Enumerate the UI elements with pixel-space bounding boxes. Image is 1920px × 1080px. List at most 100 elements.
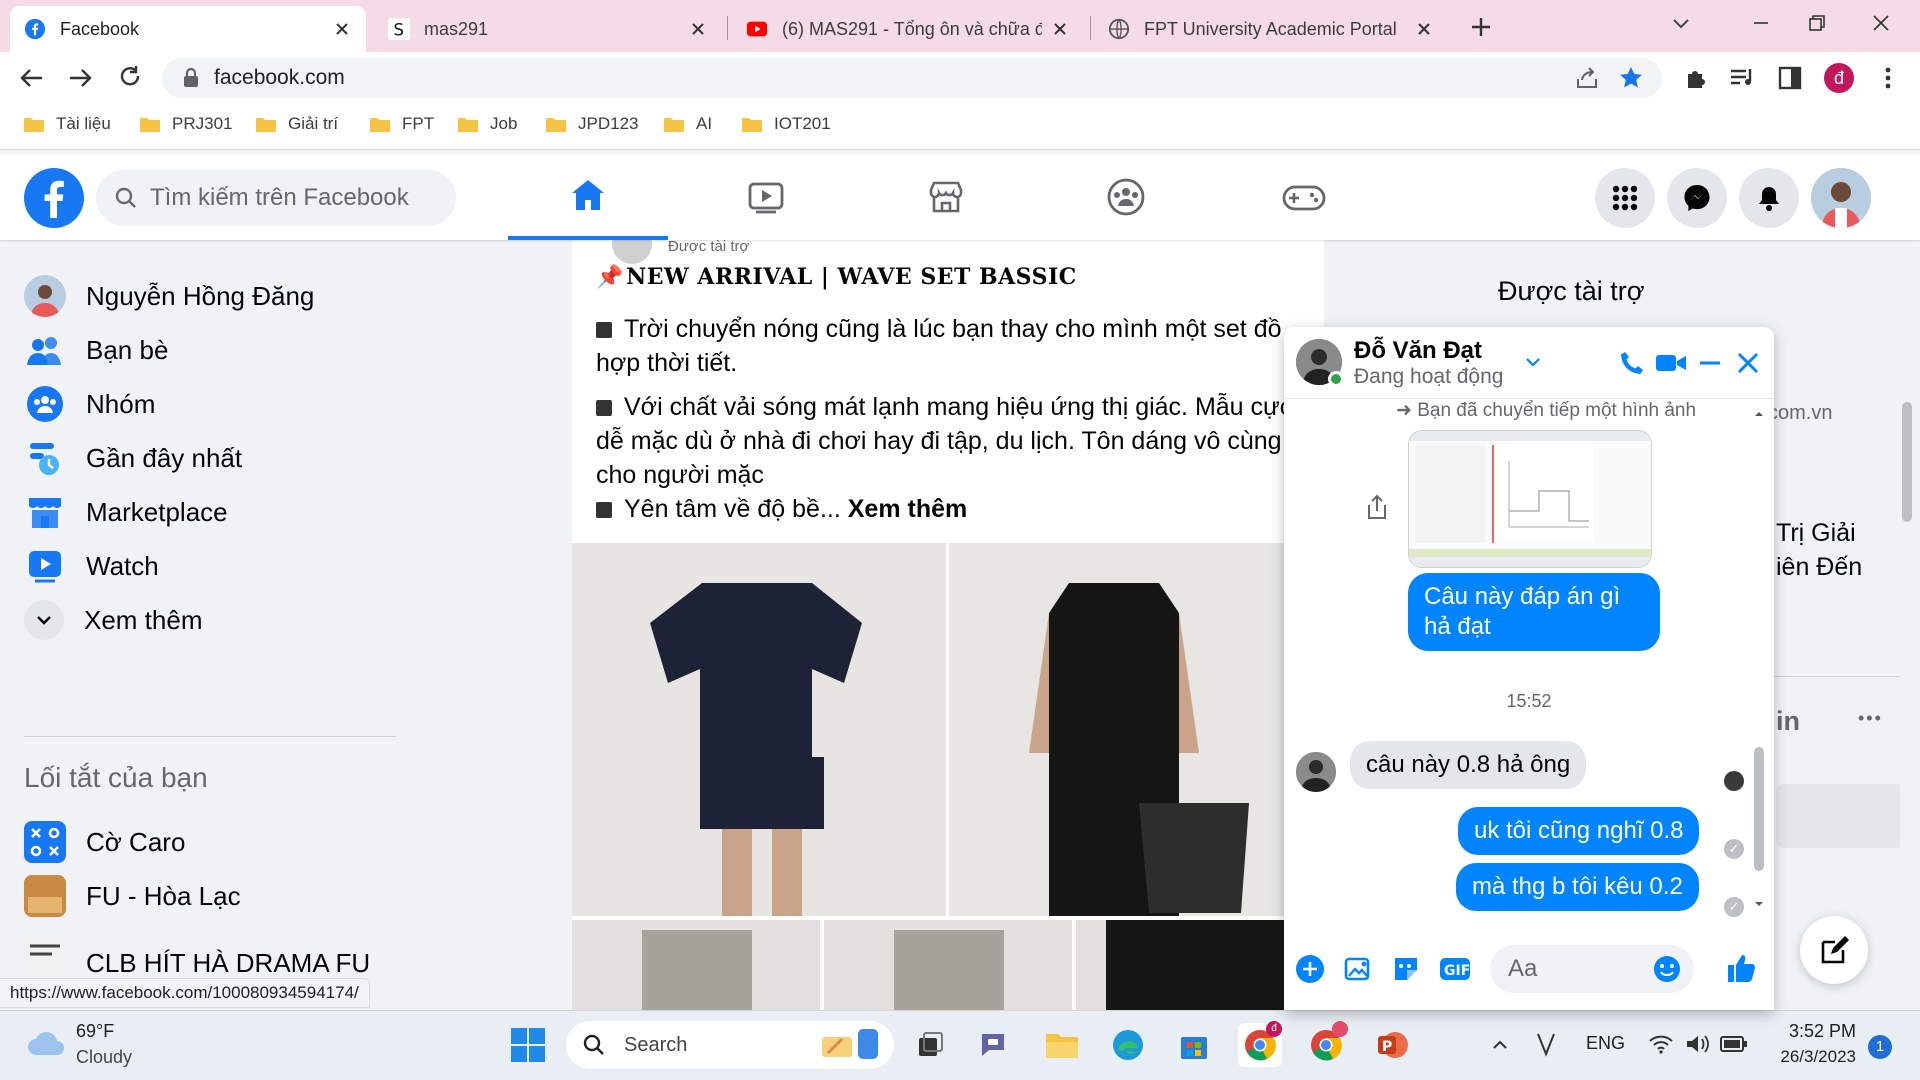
scrollbar-thumb[interactable] xyxy=(1902,402,1912,522)
chat-scrollbar[interactable] xyxy=(1752,407,1766,911)
share-forward-icon[interactable] xyxy=(1364,493,1390,521)
bookmark-folder[interactable]: PRJ301 xyxy=(140,114,232,134)
start-button[interactable] xyxy=(506,1023,550,1067)
chat-scrollbar-thumb[interactable] xyxy=(1754,747,1764,871)
phone-call-icon[interactable] xyxy=(1618,349,1646,377)
facebook-logo-icon[interactable] xyxy=(24,168,84,228)
tab-fpt-portal[interactable]: FPT University Academic Portal xyxy=(1094,6,1448,52)
restore-icon[interactable] xyxy=(1806,12,1828,34)
sidebar-item-watch[interactable]: Watch xyxy=(24,538,159,594)
message-bubble-outgoing[interactable]: uk tôi cũng nghĩ 0.8 xyxy=(1458,807,1700,855)
taskbar-file-explorer[interactable] xyxy=(1040,1023,1084,1067)
message-bubble-outgoing[interactable]: mà thg b tôi kêu 0.2 xyxy=(1456,863,1699,911)
taskbar-task-view[interactable] xyxy=(908,1023,952,1067)
minimize-icon[interactable] xyxy=(1750,12,1772,34)
bookmark-folder[interactable]: AI xyxy=(664,114,712,134)
bookmark-folder[interactable]: IOT201 xyxy=(742,114,831,134)
forward-arrow-icon[interactable] xyxy=(66,64,94,92)
sidebar-item-see-more[interactable]: Xem thêm xyxy=(24,592,203,648)
nav-tab-gaming[interactable] xyxy=(1224,154,1384,240)
close-tab-icon[interactable] xyxy=(332,19,352,39)
chevron-up-icon[interactable] xyxy=(1490,1035,1510,1055)
battery-icon[interactable] xyxy=(1720,1035,1748,1053)
ad-domain[interactable]: com.vn xyxy=(1768,402,1832,425)
media-control-icon[interactable] xyxy=(1728,64,1756,92)
weather-temperature[interactable]: 69°F xyxy=(76,1021,114,1042)
taskbar-chrome-active[interactable]: đ xyxy=(1238,1021,1282,1067)
sidebar-item-recent[interactable]: Gần đây nhất xyxy=(24,430,242,486)
chevron-down-icon[interactable] xyxy=(1524,353,1542,371)
post-photo[interactable] xyxy=(572,543,946,916)
sidebar-item-marketplace[interactable]: Marketplace xyxy=(24,484,228,540)
close-window-icon[interactable] xyxy=(1870,12,1892,34)
back-arrow-icon[interactable] xyxy=(18,64,46,92)
taskbar-teams[interactable] xyxy=(974,1023,1018,1067)
tab-youtube[interactable]: (6) MAS291 - Tổng ôn và chữa đề xyxy=(732,6,1084,52)
taskbar-edge[interactable] xyxy=(1106,1023,1150,1067)
minimize-chat-icon[interactable] xyxy=(1696,349,1724,377)
notifications-button[interactable] xyxy=(1739,168,1799,228)
bookmark-folder[interactable]: Tài liệu xyxy=(24,114,111,134)
bookmark-star-icon[interactable] xyxy=(1618,65,1644,91)
taskbar-powerpoint[interactable]: P xyxy=(1370,1023,1414,1067)
tab-mas291[interactable]: S mas291 xyxy=(374,6,722,52)
new-message-button[interactable] xyxy=(1800,916,1868,984)
contacts-options-icon[interactable]: ••• xyxy=(1858,708,1883,729)
kebab-menu-icon[interactable] xyxy=(1874,64,1902,92)
new-tab-icon[interactable] xyxy=(1468,14,1494,40)
message-bubble-incoming[interactable]: câu này 0.8 hả ông xyxy=(1350,741,1587,789)
close-tab-icon[interactable] xyxy=(1414,19,1434,39)
side-panel-icon[interactable] xyxy=(1776,64,1804,92)
share-icon[interactable] xyxy=(1574,65,1600,91)
extensions-puzzle-icon[interactable] xyxy=(1682,64,1710,92)
clock-time[interactable]: 3:52 PM xyxy=(1756,1021,1856,1042)
ad-title[interactable]: Trị Giải iên Đến xyxy=(1776,516,1862,584)
close-chat-icon[interactable] xyxy=(1734,349,1762,377)
bookmark-folder[interactable]: FPT xyxy=(370,114,434,134)
shortcut-item[interactable]: Cờ Caro xyxy=(24,814,185,870)
forwarded-image[interactable] xyxy=(1408,430,1652,568)
address-bar[interactable]: facebook.com xyxy=(162,58,1662,98)
gif-icon[interactable]: GIF xyxy=(1438,953,1472,985)
sender-avatar[interactable] xyxy=(1296,752,1336,792)
nav-tab-home[interactable] xyxy=(508,154,668,240)
sidebar-item-profile[interactable]: Nguyễn Hồng Đăng xyxy=(24,268,314,324)
account-avatar[interactable] xyxy=(1811,168,1871,228)
page-scrollbar[interactable] xyxy=(1900,240,1914,1010)
taskbar-chrome-second[interactable] xyxy=(1304,1021,1348,1067)
advertiser-avatar[interactable] xyxy=(612,240,652,264)
volume-icon[interactable] xyxy=(1684,1033,1710,1055)
photo-attach-icon[interactable] xyxy=(1342,953,1374,985)
post-photo[interactable] xyxy=(572,920,820,1010)
bookmark-folder[interactable]: Job xyxy=(458,114,517,134)
message-input[interactable]: Aa xyxy=(1490,945,1694,993)
nav-tab-groups[interactable] xyxy=(1046,154,1206,240)
facebook-search-input[interactable]: Tìm kiếm trên Facebook xyxy=(96,170,456,226)
bookmark-folder[interactable]: JPD123 xyxy=(546,114,638,134)
wifi-icon[interactable] xyxy=(1648,1033,1674,1055)
sticker-icon[interactable] xyxy=(1390,953,1422,985)
cloudy-weather-icon[interactable] xyxy=(26,1029,66,1057)
close-tab-icon[interactable] xyxy=(1050,19,1070,39)
post-photo[interactable] xyxy=(949,543,1324,916)
shortcut-item[interactable]: FU - Hòa Lạc xyxy=(24,868,241,924)
nav-tab-marketplace[interactable] xyxy=(866,154,1026,240)
nav-tab-watch[interactable] xyxy=(686,154,846,240)
sidebar-item-friends[interactable]: Bạn bè xyxy=(24,322,168,378)
lock-icon[interactable] xyxy=(182,68,200,88)
notification-count-badge[interactable]: 1 xyxy=(1868,1035,1892,1059)
scroll-down-arrow-icon[interactable] xyxy=(1752,897,1766,911)
vpn-tray-icon[interactable] xyxy=(1534,1031,1558,1057)
scroll-up-arrow-icon[interactable] xyxy=(1752,407,1766,421)
bookmark-folder[interactable]: Giải trí xyxy=(256,114,338,134)
tab-facebook[interactable]: Facebook xyxy=(10,6,366,52)
messenger-button[interactable] xyxy=(1667,168,1727,228)
chat-contact-name[interactable]: Đỗ Văn Đạt xyxy=(1354,337,1482,365)
taskbar-store[interactable] xyxy=(1172,1023,1216,1067)
clock-date[interactable]: 26/3/2023 xyxy=(1756,1047,1856,1067)
sidebar-item-groups[interactable]: Nhóm xyxy=(24,376,155,432)
menu-button[interactable] xyxy=(1595,168,1655,228)
post-photo[interactable] xyxy=(824,920,1072,1010)
message-bubble-outgoing[interactable]: Câu này đáp án gì hả đạt xyxy=(1408,573,1660,651)
emoji-icon[interactable] xyxy=(1652,954,1682,984)
